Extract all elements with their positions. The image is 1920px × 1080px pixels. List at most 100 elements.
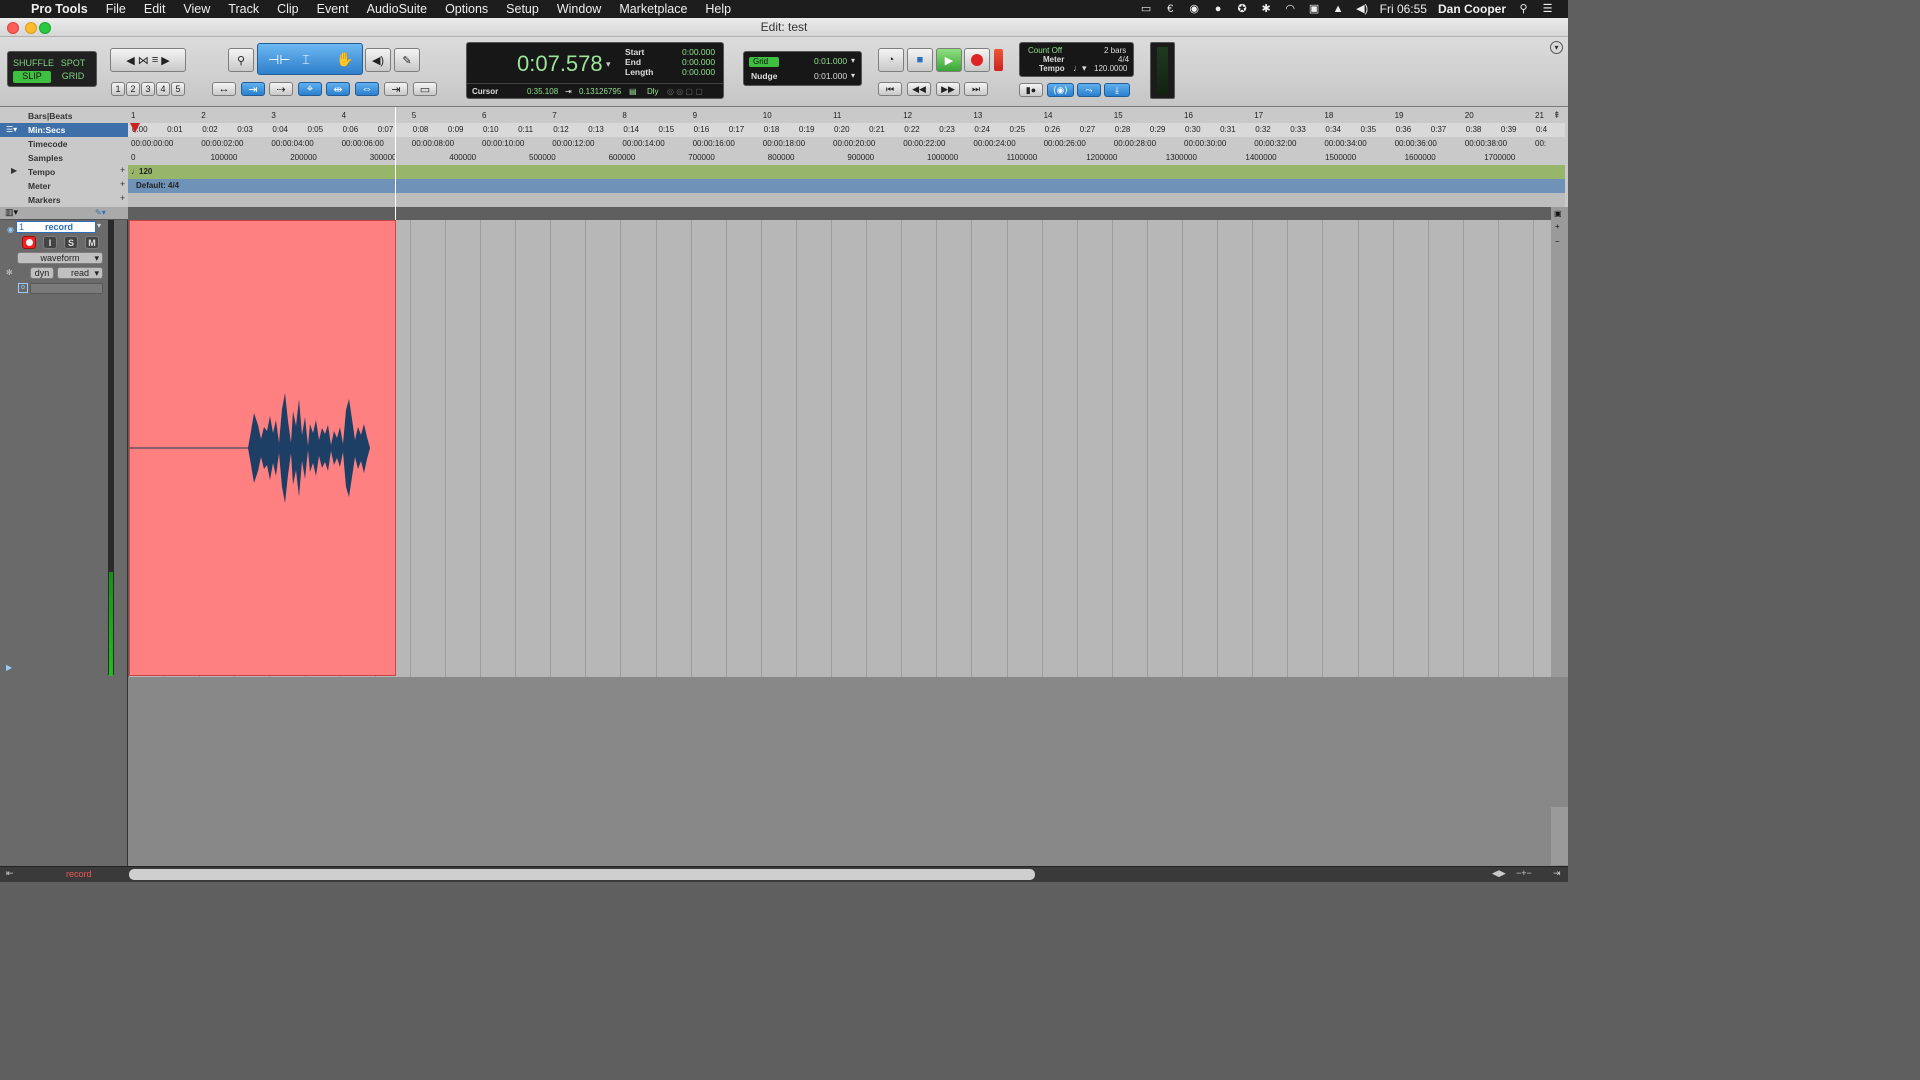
grid-value[interactable]: 0:01.000: [814, 56, 847, 66]
selector-tool-icon[interactable]: ⌶: [302, 52, 310, 68]
zoomer-tool-button[interactable]: ⚲: [228, 48, 254, 72]
meter-ruler[interactable]: Default: 4/4: [128, 179, 1565, 193]
record-mode-indicator[interactable]: [994, 49, 1003, 71]
midi-merge-button[interactable]: ⤳: [1077, 83, 1101, 97]
add-tempo-icon[interactable]: +: [120, 165, 125, 175]
menu-window[interactable]: Window: [548, 2, 610, 16]
keyboard-focus-button[interactable]: ⇔: [355, 82, 379, 96]
link-timeline-button[interactable]: ⇥: [241, 82, 265, 96]
menu-options[interactable]: Options: [436, 2, 497, 16]
vertical-scrollbar-lower[interactable]: [1551, 807, 1568, 865]
euro-icon[interactable]: €: [1164, 3, 1177, 15]
clip-list-button[interactable]: ▭: [413, 82, 437, 96]
zoom-controls[interactable]: ◀ ⋈ ≡ ▶: [110, 48, 186, 72]
zoom-preset-2[interactable]: 2: [126, 82, 140, 96]
menubar-user[interactable]: Dan Cooper: [1438, 2, 1506, 16]
track-count-icon[interactable]: ✎▾: [95, 208, 106, 217]
spot-mode-button[interactable]: SPOT: [54, 58, 92, 70]
bottom-right-icon[interactable]: ⇥: [1553, 868, 1561, 879]
hd-icon[interactable]: ◉: [1188, 3, 1201, 15]
meter-value[interactable]: 4/4: [1118, 55, 1129, 64]
track-automation-mode[interactable]: read ▾: [57, 267, 103, 279]
audio-clip[interactable]: [129, 220, 396, 676]
ruler-label-bars[interactable]: Bars|Beats: [0, 109, 128, 123]
conductor-button[interactable]: ⤓: [1104, 83, 1130, 97]
track-select-icon[interactable]: ◉: [7, 225, 14, 234]
track-record-enable-button[interactable]: [22, 236, 36, 249]
airplay-icon[interactable]: ▲: [1332, 3, 1345, 15]
counter-dropdown-icon[interactable]: ▾: [606, 59, 611, 70]
slip-mode-button[interactable]: SLIP: [13, 71, 51, 83]
menu-file[interactable]: File: [97, 2, 135, 16]
track-resize-icon[interactable]: ▶: [6, 663, 12, 672]
bluetooth-icon[interactable]: ✱: [1260, 3, 1273, 15]
track-mute-button[interactable]: M: [85, 236, 99, 249]
tempo-ruler[interactable]: ♩120: [128, 165, 1565, 179]
accessibility-icon[interactable]: ✪: [1236, 3, 1249, 15]
count-off-bars[interactable]: 2 bars: [1104, 46, 1126, 55]
zoom-preset-3[interactable]: 3: [141, 82, 155, 96]
zoom-preset-5[interactable]: 5: [171, 82, 185, 96]
menu-help[interactable]: Help: [696, 2, 740, 16]
zoom-preset-1[interactable]: 1: [111, 82, 125, 96]
app-menu[interactable]: Pro Tools: [22, 2, 97, 16]
mirrored-midi-button[interactable]: ⇹: [326, 82, 350, 96]
pencil-tool-button[interactable]: ✎: [394, 48, 420, 72]
tab-to-transient-button[interactable]: ↔: [212, 82, 236, 96]
track-view-selector[interactable]: waveform ▾: [17, 252, 103, 264]
zoom-height-icon[interactable]: ≡: [152, 54, 158, 66]
metronome-button[interactable]: ⟨◉⟩: [1047, 83, 1074, 97]
zoom-window-button[interactable]: [39, 22, 51, 34]
track-playlist-icon[interactable]: o: [18, 283, 28, 293]
ruler-label-tempo[interactable]: Tempo: [0, 165, 128, 179]
main-counter[interactable]: 0:07.578: [517, 51, 603, 77]
fast-forward-button[interactable]: ▶▶: [936, 82, 960, 96]
zoom-track-out-icon[interactable]: −: [1555, 237, 1560, 246]
online-button[interactable]: ◔: [878, 48, 904, 72]
toolbar-options-icon[interactable]: ▾: [1550, 41, 1563, 54]
return-to-zero-button[interactable]: ⏮: [878, 82, 902, 96]
empty-track-area[interactable]: [0, 677, 1568, 867]
grid-toggle[interactable]: Grid: [749, 57, 779, 67]
chat-icon[interactable]: ▭: [1140, 3, 1153, 15]
zoom-waveform-icon[interactable]: ⋈: [138, 54, 149, 67]
ruler-label-timecode[interactable]: Timecode: [0, 137, 128, 151]
display-icon[interactable]: ▣: [1308, 3, 1321, 15]
smart-tool[interactable]: ⊣⊢ ⌶ ✋: [257, 43, 363, 75]
bars-beats-ruler[interactable]: 1 2 3 4 5 6 7 8 9 10 11 12 13 14 15 16 17 18 19 20 21: [128, 109, 1565, 123]
meter-marker[interactable]: Default: 4/4: [136, 181, 179, 190]
menu-audiosuite[interactable]: AudioSuite: [358, 2, 436, 16]
timecode-ruler[interactable]: 00:00:00:00 00:00:02:00 00:00:04:00 00:00:0…: [128, 137, 1565, 151]
menu-setup[interactable]: Setup: [497, 2, 548, 16]
track-input-monitor-button[interactable]: I: [43, 236, 57, 249]
end-value[interactable]: 0:00.000: [682, 57, 715, 67]
stop-button[interactable]: ■: [907, 48, 933, 72]
track-dyn-button[interactable]: dyn: [30, 267, 54, 279]
menu-clip[interactable]: Clip: [268, 2, 308, 16]
menu-edit[interactable]: Edit: [135, 2, 175, 16]
zoom-track-in-icon[interactable]: +: [1555, 222, 1560, 231]
wifi-icon[interactable]: ◠: [1284, 3, 1297, 15]
menubar-clock[interactable]: Fri 06:55: [1380, 2, 1427, 16]
track-options-icon[interactable]: ▥▾: [5, 207, 18, 218]
volume-icon[interactable]: ◀): [1356, 3, 1369, 15]
track-name-field[interactable]: 1 record: [16, 221, 96, 233]
shuffle-mode-button[interactable]: SHUFFLE: [13, 58, 54, 70]
tempo-value[interactable]: 120.0000: [1094, 64, 1127, 73]
record-button[interactable]: [964, 48, 990, 72]
ruler-label-meter[interactable]: Meter: [0, 179, 128, 193]
grid-mode-button[interactable]: GRID: [54, 71, 92, 83]
zoom-preset-4[interactable]: 4: [156, 82, 170, 96]
grabber-hand-icon[interactable]: ✋: [336, 51, 353, 68]
samples-ruler[interactable]: 0 100000 200000 300000 400000 500000 600000 700…: [128, 151, 1565, 165]
search-icon[interactable]: ⚲: [1517, 3, 1530, 15]
vertical-scroll-panel[interactable]: ▣ + −: [1551, 207, 1568, 677]
nudge-dropdown-icon[interactable]: ▾: [851, 71, 855, 80]
note-icon[interactable]: ♩▾: [1073, 63, 1087, 74]
ruler-label-samples[interactable]: Samples: [0, 151, 128, 165]
track-timebase-icon[interactable]: ✻: [6, 268, 13, 277]
ruler-label-minsecs[interactable]: Min:Secs: [0, 123, 128, 137]
track-name-dropdown-icon[interactable]: ▾: [97, 221, 101, 230]
rewind-button[interactable]: ◀◀: [907, 82, 931, 96]
go-to-end-button[interactable]: ⏭: [964, 82, 988, 96]
